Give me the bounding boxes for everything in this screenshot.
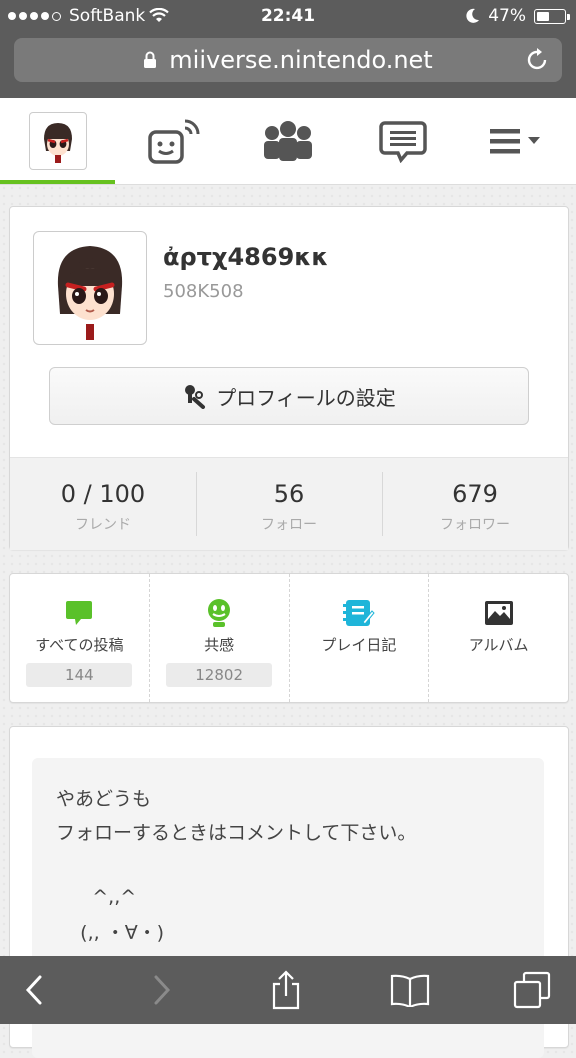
stat-following-value: 56 (273, 480, 305, 508)
bio-line-1: やあどうも (56, 788, 152, 810)
post-bubble-icon (66, 601, 93, 625)
menu-all-posts-label: すべての投稿 (35, 636, 124, 654)
bio-line-4: ^,,^ (56, 886, 137, 908)
back-icon (25, 975, 42, 1005)
nav-user-page[interactable] (0, 98, 115, 184)
stat-following[interactable]: 56 フォロー (196, 458, 382, 550)
profile-settings-label: プロフィールの設定 (216, 385, 396, 410)
hamburger-dropdown-icon (489, 129, 540, 154)
stat-followers-value: 679 (452, 480, 498, 508)
menu-empathy[interactable]: 共感 12802 (148, 574, 289, 702)
profile-settings-button[interactable]: プロフィールの設定 (49, 367, 529, 425)
browser-toolbar (0, 956, 576, 1024)
menu-all-posts[interactable]: すべての投稿 144 (10, 574, 149, 702)
stat-friends[interactable]: 0 / 100 フレンド (10, 458, 196, 550)
battery-percent: 47% (488, 6, 526, 26)
wrench-icon (185, 385, 206, 409)
speech-bubble-icon (378, 121, 427, 163)
menu-album-label: アルバム (468, 636, 529, 654)
menu-all-posts-count: 144 (26, 663, 133, 687)
status-bar: SoftBank 22:41 47% (0, 0, 576, 32)
tabs-button[interactable] (512, 970, 552, 1010)
menu-empathy-label: 共感 (204, 636, 235, 654)
forward-icon (154, 975, 171, 1005)
lock-icon (144, 51, 157, 68)
bookmarks-button[interactable] (390, 970, 430, 1010)
back-button[interactable] (14, 970, 54, 1010)
face-signal-icon (147, 119, 199, 164)
menu-album[interactable]: アルバム (428, 574, 568, 702)
address-bar[interactable]: miiverse.nintendo.net (14, 38, 562, 82)
stat-followers-label: フォロワー (440, 517, 510, 533)
moon-icon (466, 8, 480, 23)
stats-row: 0 / 100 フレンド 56 フォロー 679 フォロワー (10, 457, 568, 550)
menu-play-diary[interactable]: プレイ日記 (288, 574, 429, 702)
people-icon (263, 121, 312, 161)
nav-menu[interactable] (460, 98, 575, 184)
stat-following-label: フォロー (261, 517, 317, 533)
smiley-icon (208, 599, 231, 627)
forward-button[interactable] (142, 970, 182, 1010)
stat-friends-value: 0 / 100 (60, 480, 146, 508)
profile-card: ἀρτχ4869κκ 508K508 プロフィールの設定 0 / 100 フレン… (9, 206, 569, 550)
bookmarks-icon (390, 974, 430, 1007)
menu-play-diary-label: プレイ日記 (321, 636, 397, 654)
browser-chrome-top: SoftBank 22:41 47% miiverse.nintendo.net (0, 0, 576, 98)
user-id: 508K508 (163, 281, 244, 302)
battery-icon (534, 8, 570, 24)
album-icon (484, 601, 513, 625)
tabs-icon (513, 971, 551, 1009)
nav-communities[interactable] (230, 98, 345, 184)
bio-line-2: フォローするときはコメントして下さい。 (56, 822, 417, 844)
battery-group: 47% (466, 6, 570, 26)
mii-avatar-small (28, 112, 87, 170)
bio-line-5: (,, ・∀・) (56, 922, 165, 944)
share-button[interactable] (266, 970, 306, 1010)
url-text: miiverse.nintendo.net (169, 46, 433, 74)
diary-icon (342, 600, 375, 626)
share-icon (272, 970, 300, 1010)
reload-icon[interactable] (526, 47, 550, 73)
menu-empathy-count: 12802 (166, 663, 273, 687)
stat-followers[interactable]: 679 フォロワー (382, 458, 568, 550)
miiverse-navbar (0, 98, 576, 185)
nav-activity-feed[interactable] (115, 98, 230, 184)
nickname: ἀρτχ4869κκ (163, 243, 329, 271)
mii-avatar (33, 231, 147, 345)
activity-menu: すべての投稿 144 共感 12802 プレイ日記 アルバム (9, 573, 569, 703)
stat-friends-label: フレンド (75, 517, 131, 533)
nav-messages[interactable] (345, 98, 460, 184)
